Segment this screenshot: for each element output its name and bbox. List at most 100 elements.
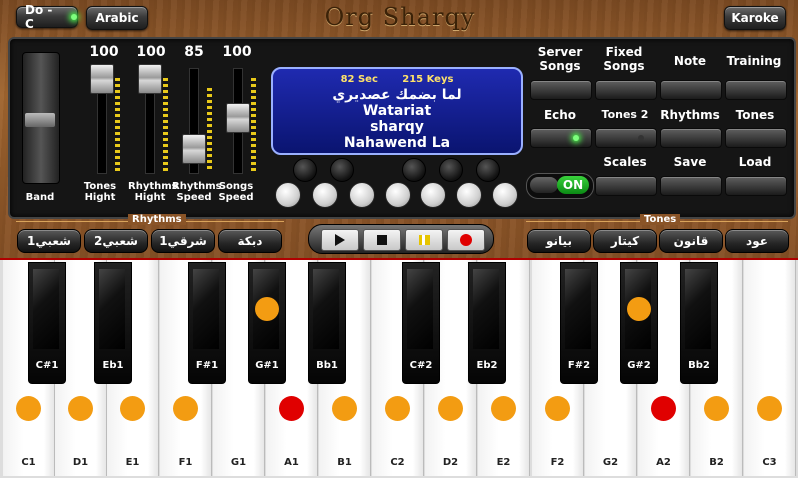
display-line-4: Nahawend La: [343, 135, 451, 151]
tone-button-1[interactable]: بيانو: [527, 229, 591, 253]
tones-hight-fader-knob[interactable]: [90, 64, 114, 94]
tone-button-3[interactable]: قانون: [659, 229, 723, 253]
scales-button[interactable]: [595, 176, 657, 196]
stop-button[interactable]: [363, 229, 401, 251]
songs-speed-fader-knob[interactable]: [226, 103, 250, 133]
rhythm-button-1[interactable]: شعبي1: [17, 229, 81, 253]
tones-button[interactable]: [725, 128, 787, 148]
round-white-button[interactable]: [275, 182, 301, 208]
key-dot: [627, 297, 651, 321]
black-key[interactable]: Eb2: [468, 262, 506, 384]
note-button[interactable]: [660, 80, 722, 100]
key-label: Bb1: [316, 360, 338, 371]
black-key[interactable]: C#1: [28, 262, 66, 384]
echo-label: Echo: [543, 108, 577, 122]
key-label: F1: [178, 457, 193, 468]
black-key[interactable]: C#2: [402, 262, 440, 384]
rhythms-section-label: Rhythms: [128, 214, 186, 225]
fixed-songs-button[interactable]: [595, 80, 657, 100]
black-key-face: [473, 269, 499, 349]
black-key-face: [193, 269, 219, 349]
rhythm-button-3[interactable]: شرقي1: [151, 229, 215, 253]
record-button[interactable]: [447, 229, 485, 251]
rhythms-label: Rhythms: [660, 108, 720, 122]
save-button[interactable]: [660, 176, 722, 196]
black-key[interactable]: Eb1: [94, 262, 132, 384]
training-button[interactable]: [725, 80, 787, 100]
black-key[interactable]: Bb1: [308, 262, 346, 384]
white-key[interactable]: C3: [744, 260, 796, 476]
black-key[interactable]: Bb2: [680, 262, 718, 384]
echo-button[interactable]: [530, 128, 592, 148]
key-select-button[interactable]: Do - C: [16, 3, 78, 31]
key-label: F#1: [195, 360, 219, 371]
rhythm-button-2[interactable]: شعبي2: [84, 229, 148, 253]
round-dark-button[interactable]: [439, 158, 463, 182]
band-fader-knob[interactable]: [25, 113, 55, 127]
round-white-button[interactable]: [420, 182, 446, 208]
black-key[interactable]: F#2: [560, 262, 598, 384]
round-white-button[interactable]: [349, 182, 375, 208]
tone-button-4[interactable]: عود: [725, 229, 789, 253]
key-dot: [120, 396, 145, 421]
round-white-button[interactable]: [492, 182, 518, 208]
key-label: G#2: [627, 360, 651, 371]
tones-label: Tones: [735, 108, 775, 122]
record-icon: [460, 234, 472, 246]
black-key[interactable]: G#2: [620, 262, 658, 384]
black-key-face: [313, 269, 339, 349]
round-dark-button[interactable]: [476, 158, 500, 182]
round-white-button[interactable]: [312, 182, 338, 208]
key-dot: [255, 297, 279, 321]
tones2-button[interactable]: [595, 128, 657, 148]
fader-level: [115, 78, 120, 172]
server-songs-button[interactable]: [530, 80, 592, 100]
rhythm-button-4[interactable]: دبكة: [218, 229, 282, 253]
black-key-face: [685, 269, 711, 349]
fader-value: 100: [222, 44, 252, 60]
rhythms-hight-fader-knob[interactable]: [138, 64, 162, 94]
black-key[interactable]: G#1: [248, 262, 286, 384]
key-label: Eb2: [476, 360, 498, 371]
switch-slot: [530, 177, 558, 193]
round-white-button[interactable]: [456, 182, 482, 208]
fixed-songs-label: Fixed Songs: [603, 45, 645, 73]
karoke-button[interactable]: Karoke: [724, 6, 786, 30]
song-display: 82 Sec 215 Keys لما بضمك عصديري Watariat…: [271, 67, 523, 155]
training-label: Training: [726, 54, 782, 68]
key-label: F2: [550, 457, 565, 468]
black-key-face: [565, 269, 591, 349]
key-select-label: Do - C: [25, 3, 53, 31]
rhythms-speed-fader-knob[interactable]: [182, 134, 206, 164]
round-dark-button[interactable]: [402, 158, 426, 182]
fader-level: [207, 88, 212, 172]
fader-value: 100: [136, 44, 166, 60]
tones2-label: Tones 2: [601, 108, 649, 121]
round-dark-button[interactable]: [330, 158, 354, 182]
round-dark-button[interactable]: [293, 158, 317, 182]
pause-button[interactable]: [405, 229, 443, 251]
fader-level: [251, 78, 256, 172]
key-label: G2: [602, 457, 619, 468]
load-button[interactable]: [725, 176, 787, 196]
app-title: Org Sharqy: [324, 3, 476, 31]
key-dot: [16, 396, 41, 421]
rhythms-button[interactable]: [660, 128, 722, 148]
round-white-button[interactable]: [385, 182, 411, 208]
fader-level: [163, 78, 168, 172]
fader-label: Songs Speed: [218, 181, 254, 203]
key-label: C#1: [35, 360, 59, 371]
tones2-led-icon: [638, 135, 644, 141]
power-switch[interactable]: ON: [526, 173, 594, 199]
switch-on-label: ON: [557, 176, 589, 194]
key-label: C3: [762, 457, 777, 468]
save-label: Save: [673, 155, 707, 169]
band-fader[interactable]: [22, 52, 60, 184]
black-key[interactable]: F#1: [188, 262, 226, 384]
display-line-2: Watariat: [362, 103, 432, 119]
key-label: A1: [284, 457, 299, 468]
play-button[interactable]: [321, 229, 359, 251]
black-key-face: [407, 269, 433, 349]
language-button[interactable]: Arabic: [86, 6, 148, 30]
tone-button-2[interactable]: كيتار: [593, 229, 657, 253]
